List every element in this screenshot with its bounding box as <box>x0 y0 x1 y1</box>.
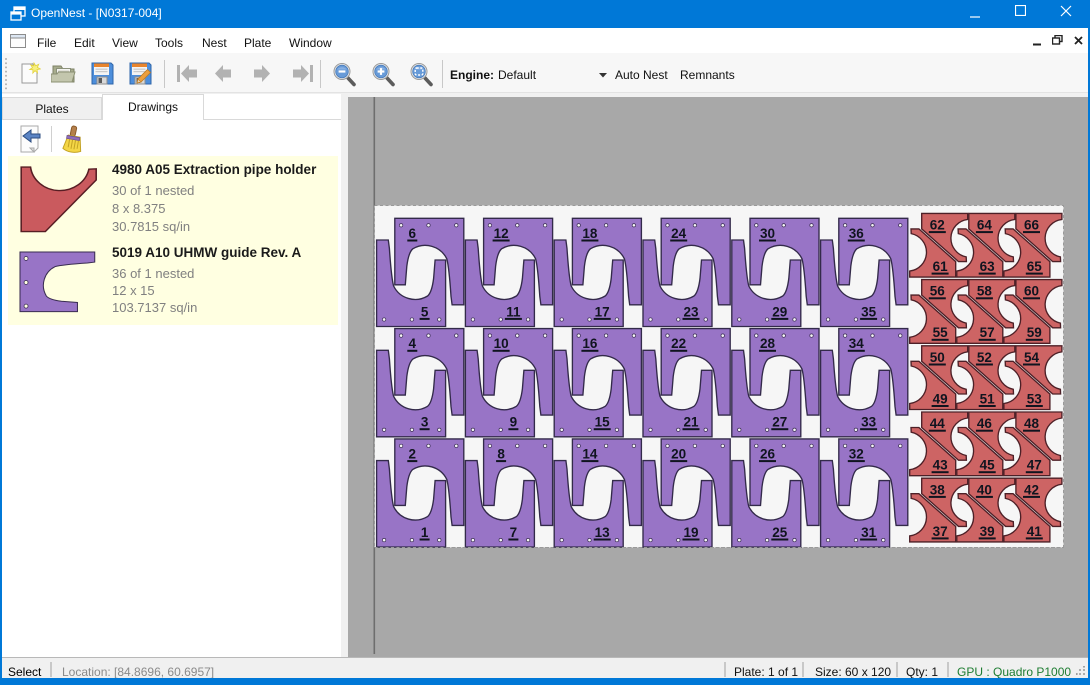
svg-text:40: 40 <box>977 482 992 497</box>
svg-text:55: 55 <box>933 325 949 340</box>
svg-text:44: 44 <box>930 416 946 431</box>
svg-text:29: 29 <box>772 304 787 319</box>
svg-text:1: 1 <box>421 525 429 540</box>
svg-text:27: 27 <box>772 415 787 430</box>
svg-text:64: 64 <box>977 218 993 233</box>
svg-text:38: 38 <box>930 482 946 497</box>
svg-text:35: 35 <box>861 304 877 319</box>
svg-text:11: 11 <box>506 304 521 319</box>
svg-text:7: 7 <box>510 525 518 540</box>
svg-text:63: 63 <box>980 259 996 274</box>
svg-text:12: 12 <box>494 226 509 241</box>
svg-text:32: 32 <box>849 447 864 462</box>
svg-text:21: 21 <box>683 415 699 430</box>
svg-text:60: 60 <box>1024 284 1039 299</box>
svg-text:51: 51 <box>980 391 996 406</box>
svg-text:52: 52 <box>977 350 992 365</box>
svg-text:2: 2 <box>409 447 417 462</box>
svg-text:6: 6 <box>409 226 417 241</box>
svg-text:23: 23 <box>683 304 699 319</box>
svg-text:66: 66 <box>1024 218 1040 233</box>
svg-text:34: 34 <box>849 336 865 351</box>
svg-text:25: 25 <box>772 525 788 540</box>
svg-text:26: 26 <box>760 447 776 462</box>
svg-text:13: 13 <box>595 525 611 540</box>
svg-text:14: 14 <box>582 447 598 462</box>
svg-text:20: 20 <box>671 447 686 462</box>
svg-text:10: 10 <box>494 336 509 351</box>
svg-text:17: 17 <box>595 304 610 319</box>
svg-text:8: 8 <box>497 447 505 462</box>
svg-text:37: 37 <box>933 524 948 539</box>
svg-text:22: 22 <box>671 336 686 351</box>
svg-text:50: 50 <box>930 350 945 365</box>
svg-text:39: 39 <box>980 524 995 539</box>
svg-text:3: 3 <box>421 415 429 430</box>
svg-text:19: 19 <box>683 525 698 540</box>
svg-text:62: 62 <box>930 218 945 233</box>
svg-text:18: 18 <box>582 226 598 241</box>
svg-text:56: 56 <box>930 284 946 299</box>
svg-text:54: 54 <box>1024 350 1040 365</box>
svg-text:24: 24 <box>671 226 687 241</box>
svg-text:53: 53 <box>1027 391 1043 406</box>
svg-text:28: 28 <box>760 336 776 351</box>
svg-text:43: 43 <box>933 458 949 473</box>
svg-text:45: 45 <box>980 458 996 473</box>
svg-text:41: 41 <box>1027 524 1043 539</box>
svg-text:47: 47 <box>1027 458 1042 473</box>
svg-text:58: 58 <box>977 284 993 299</box>
svg-text:5: 5 <box>421 304 429 319</box>
svg-text:36: 36 <box>849 226 865 241</box>
svg-text:9: 9 <box>510 415 518 430</box>
svg-text:49: 49 <box>933 391 948 406</box>
svg-text:59: 59 <box>1027 325 1042 340</box>
svg-text:61: 61 <box>933 259 949 274</box>
svg-text:16: 16 <box>582 336 598 351</box>
svg-text:30: 30 <box>760 226 775 241</box>
svg-text:42: 42 <box>1024 482 1039 497</box>
svg-text:4: 4 <box>409 336 417 351</box>
svg-text:57: 57 <box>980 325 995 340</box>
svg-text:33: 33 <box>861 415 877 430</box>
svg-text:15: 15 <box>595 415 611 430</box>
svg-text:31: 31 <box>861 525 877 540</box>
svg-text:46: 46 <box>977 416 993 431</box>
svg-text:65: 65 <box>1027 259 1043 274</box>
svg-text:48: 48 <box>1024 416 1040 431</box>
